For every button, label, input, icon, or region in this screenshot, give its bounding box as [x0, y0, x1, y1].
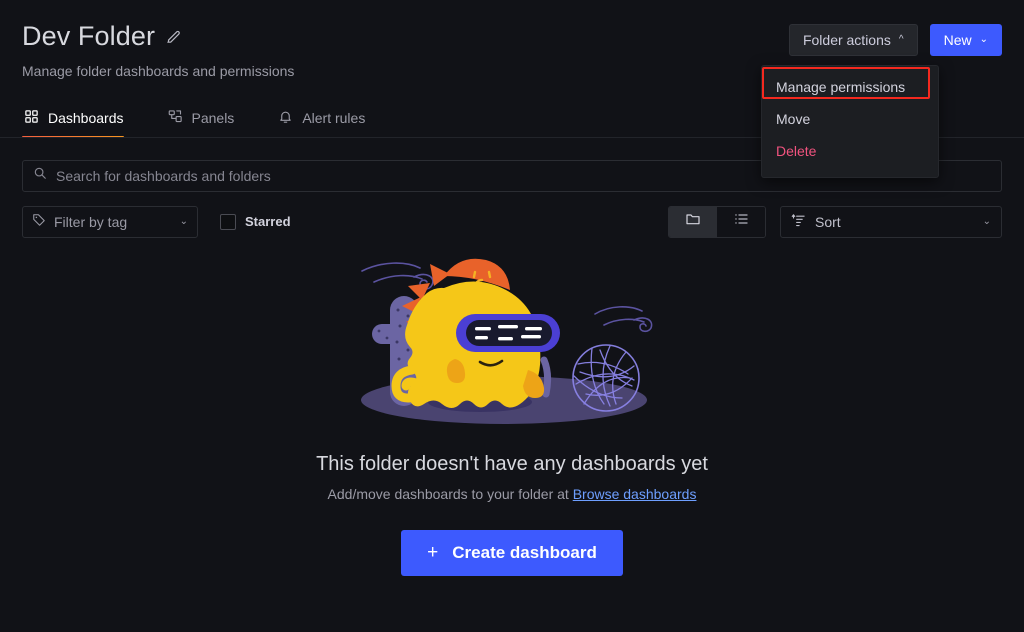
folder-page: Dev Folder Manage folder dashboards and …: [0, 0, 1024, 632]
browse-dashboards-link[interactable]: Browse dashboards: [573, 486, 697, 502]
menu-item-manage-permissions[interactable]: Manage permissions: [762, 71, 938, 103]
view-list-button[interactable]: [717, 206, 765, 237]
empty-state-title: This folder doesn't have any dashboards …: [316, 452, 708, 475]
chevron-down-icon: ⌄: [982, 215, 991, 227]
chevron-down-icon: ⌄: [979, 34, 988, 45]
bell-icon: [278, 109, 293, 127]
create-dashboard-label: Create dashboard: [452, 542, 597, 562]
list-icon: [733, 211, 749, 232]
starred-checkbox[interactable]: [220, 213, 236, 230]
sort-amount-up-icon: [791, 213, 806, 231]
chevron-up-icon: ^: [898, 34, 904, 45]
sort-select[interactable]: Sort ⌄: [780, 205, 1002, 238]
view-folder-button[interactable]: [669, 206, 717, 237]
menu-item-delete[interactable]: Delete: [762, 135, 938, 167]
sort-label: Sort: [815, 213, 841, 230]
chevron-down-icon: ⌄: [179, 215, 188, 227]
header-actions: Folder actions ^ New ⌄: [788, 24, 1002, 56]
starred-filter[interactable]: Starred: [220, 213, 291, 230]
search-placeholder: Search for dashboards and folders: [56, 167, 271, 184]
tab-alert-rules[interactable]: Alert rules: [276, 101, 379, 138]
view-toggle: [668, 205, 766, 238]
new-button[interactable]: New ⌄: [929, 24, 1002, 56]
folder-actions-label: Folder actions: [802, 32, 891, 48]
page-title: Dev Folder: [22, 21, 156, 51]
plus-icon: +: [427, 542, 439, 564]
filter-row: Filter by tag ⌄ Starred Sort ⌄: [22, 205, 1002, 238]
content-area: Search for dashboards and folders Filter…: [0, 159, 1024, 576]
grafana-mascot-desert-illustration: [352, 252, 672, 437]
tab-dashboards[interactable]: Dashboards: [22, 101, 138, 138]
new-button-label: New: [943, 32, 972, 48]
menu-item-move[interactable]: Move: [762, 103, 938, 135]
starred-label: Starred: [245, 214, 291, 230]
tab-panels[interactable]: Panels: [166, 101, 249, 138]
pencil-icon[interactable]: [165, 28, 182, 45]
empty-state-subtitle: Add/move dashboards to your folder at Br…: [328, 486, 697, 502]
empty-state-subtitle-prefix: Add/move dashboards to your folder at: [327, 485, 573, 502]
search-icon: [33, 166, 47, 185]
folder-actions-button[interactable]: Folder actions ^: [788, 24, 918, 56]
apps-grid-icon: [24, 109, 39, 127]
filter-by-tag-select[interactable]: Filter by tag ⌄: [22, 205, 198, 238]
tab-alert-rules-label: Alert rules: [302, 109, 366, 126]
folder-actions-menu: Manage permissions Move Delete: [761, 65, 939, 178]
library-panel-icon: [168, 109, 183, 127]
view-controls: Sort ⌄: [668, 205, 1002, 238]
empty-state: This folder doesn't have any dashboards …: [22, 252, 1002, 576]
tag-icon: [32, 213, 46, 230]
tab-dashboards-label: Dashboards: [48, 109, 124, 126]
tab-panels-label: Panels: [191, 109, 235, 126]
folder-icon: [685, 211, 701, 232]
create-dashboard-button[interactable]: + Create dashboard: [401, 529, 623, 576]
filter-by-tag-label: Filter by tag: [54, 213, 128, 230]
